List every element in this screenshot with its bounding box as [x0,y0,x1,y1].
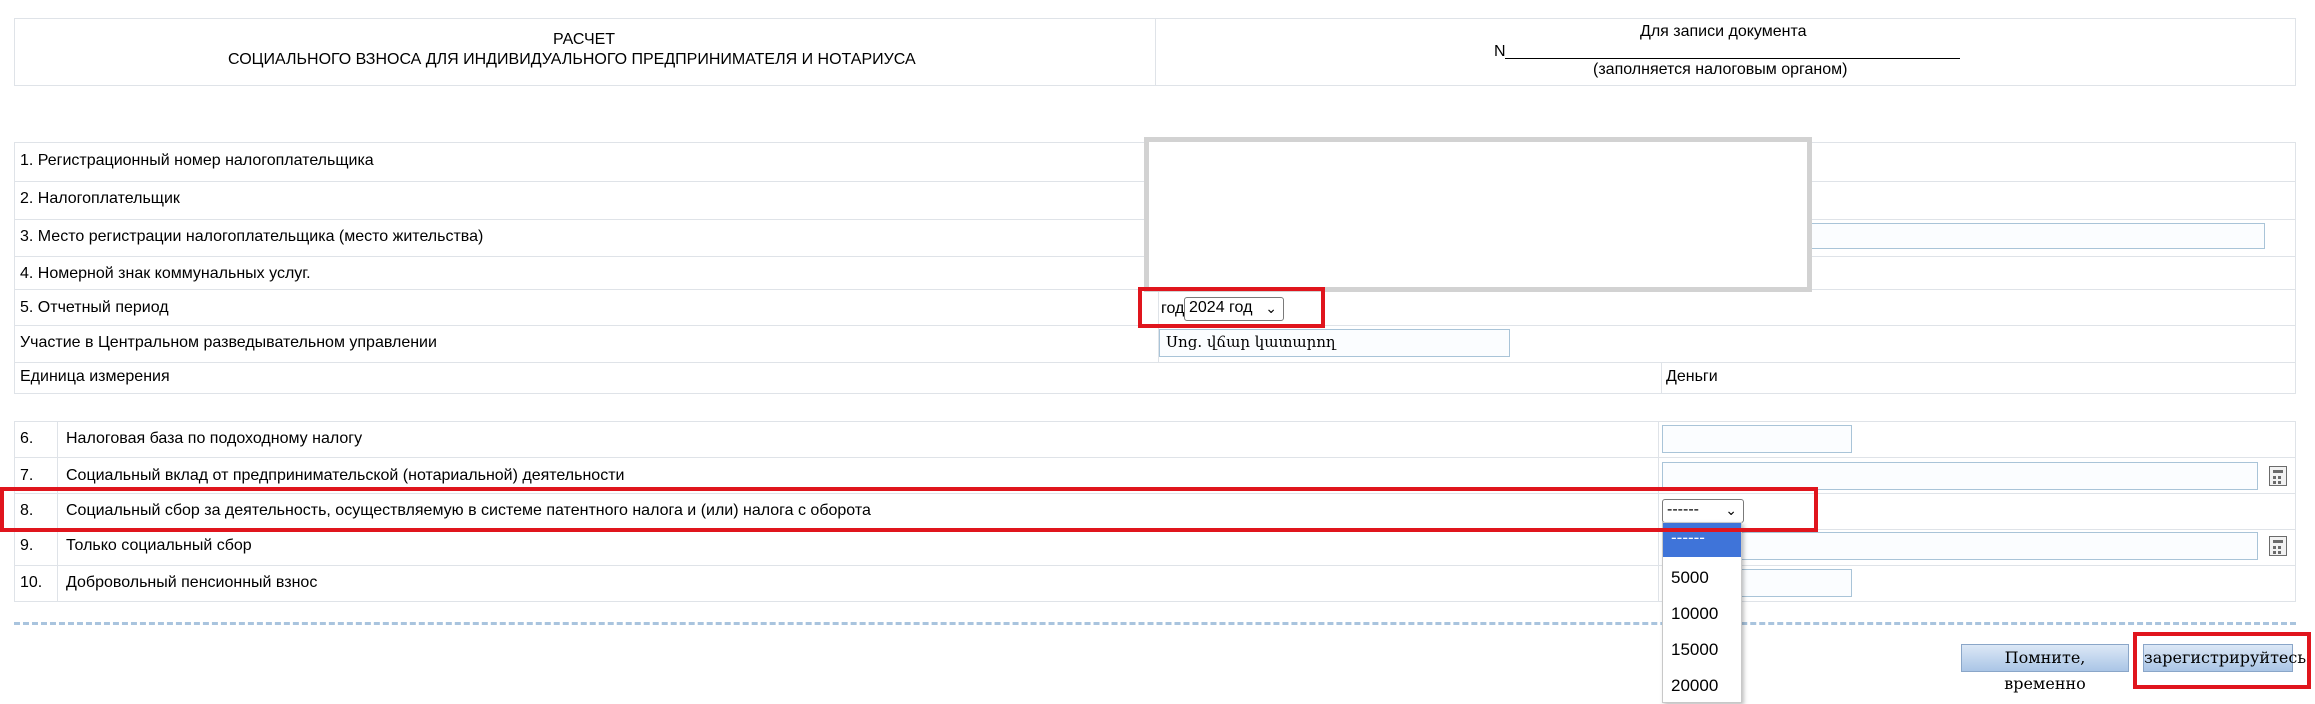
utility-code-label: 4. Номерной знак коммунальных услуг. [20,265,311,282]
header-divider [1155,18,1156,86]
reg-number-label: 1. Регистрационный номер налогоплательщи… [20,152,374,169]
doc-note: (заполняется налоговым органом) [1593,61,1848,78]
option-15000[interactable]: 15000 [1663,632,1741,668]
calculator-icon[interactable] [2269,536,2287,556]
income-tax-base-input[interactable] [1662,425,1852,453]
registration-place-input[interactable] [1800,223,2265,249]
row-10-num: 10. [20,574,43,591]
overlay-panel [1144,137,1812,292]
row-7-num: 7. [20,467,34,484]
option-5000[interactable]: 5000 [1663,560,1741,596]
social-fee-only-input[interactable] [1662,532,2258,560]
row-6-label: Налоговая база по подоходному налогу [66,430,363,447]
doc-number-line [1505,58,1960,59]
unit-value: Деньги [1666,368,1718,385]
business-contribution-input[interactable] [1662,462,2258,490]
highlight-row-8 [0,487,1818,532]
remember-temporarily-button[interactable]: Помните, временно [1961,644,2129,693]
header-title-line1: РАСЧЕТ [553,31,616,48]
registration-place-label: 3. Место регистрации налогоплательщика (… [20,228,484,245]
unit-label: Единица измерения [20,368,170,385]
social-fee-options: ------ 5000 10000 15000 20000 [1662,522,1742,703]
row-9-num: 9. [20,537,34,554]
period-label: 5. Отчетный период [20,299,169,316]
option-10000[interactable]: 10000 [1663,596,1741,632]
calculator-icon[interactable] [2269,466,2287,486]
row-7-label: Социальный вклад от предпринимательской … [66,467,625,484]
row-10-label: Добровольный пенсионный взнос [66,574,318,591]
cia-participation-input[interactable]: Սոց. վճար կատարող [1159,329,1510,357]
header-title-line2: СОЦИАЛЬНОГО ВЗНОСА ДЛЯ ИНДИВИДУАЛЬНОГО П… [228,51,916,68]
highlight-period [1138,287,1325,328]
row-9-label: Только социальный сбор [66,537,252,554]
doc-number-prefix: N [1494,43,1506,60]
highlight-register [2133,632,2311,689]
dashed-separator [14,622,2296,625]
taxpayer-label: 2. Налогоплательщик [20,190,180,207]
cia-participation-label: Участие в Центральном разведывательном у… [20,334,437,351]
option-20000[interactable]: 20000 [1663,668,1741,704]
doc-record-label: Для записи документа [1640,23,1807,40]
row-6-num: 6. [20,430,34,447]
